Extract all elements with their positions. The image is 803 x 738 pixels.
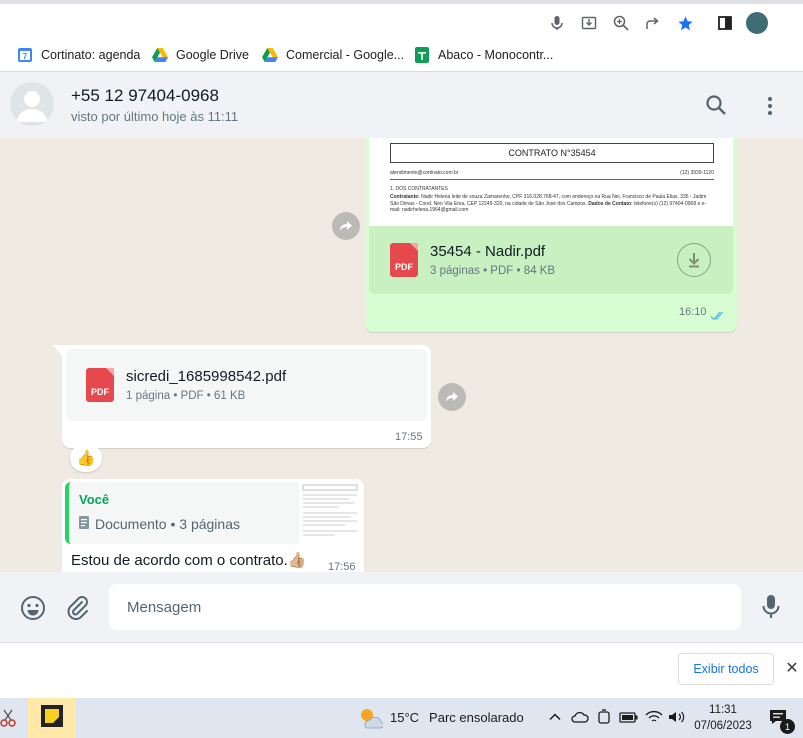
- bookmark-label: Comercial - Google...: [286, 48, 405, 62]
- outgoing-document-message[interactable]: CONTRATO N°35454 atendimento@cortinato.c…: [365, 138, 737, 332]
- clock-time: 11:31: [709, 704, 737, 716]
- document-meta: 1 página • PDF • 61 KB: [126, 390, 246, 402]
- document-preview[interactable]: CONTRATO N°35454 atendimento@cortinato.c…: [369, 138, 733, 226]
- contract-body: Contratante: Nadir Helena leite de souza…: [390, 194, 714, 214]
- google-drive-icon: [152, 47, 168, 63]
- chat-area[interactable]: CONTRATO N°35454 atendimento@cortinato.c…: [0, 138, 803, 572]
- document-name: sicredi_1685998542.pdf: [126, 368, 287, 385]
- message-time: 16:10: [679, 306, 707, 318]
- quoted-message[interactable]: Você Documento • 3 páginas: [65, 482, 361, 544]
- quote-text-row: Documento • 3 páginas: [79, 516, 240, 532]
- contract-title: CONTRATO N°35454: [390, 143, 714, 163]
- contact-status: visto por último hoje às 11:11: [71, 109, 239, 124]
- close-icon[interactable]: ✕: [784, 661, 800, 677]
- google-sheets-icon: [414, 47, 430, 63]
- onedrive-cloud-icon[interactable]: [571, 710, 589, 729]
- contact-avatar[interactable]: [10, 82, 54, 126]
- notification-count-badge: 1: [780, 719, 795, 734]
- pdf-file-icon: PDF: [390, 243, 418, 277]
- bookmark-label: Abaco - Monocontr...: [438, 48, 554, 62]
- attach-icon[interactable]: [66, 595, 90, 626]
- reply-message[interactable]: Você Documento • 3 páginas Estou de acor…: [62, 479, 364, 572]
- contract-data-label: Dados de Contato:: [588, 200, 633, 207]
- download-icon[interactable]: [677, 243, 711, 277]
- bookmark-abaco[interactable]: Abaco - Monocontr...: [414, 46, 553, 64]
- incoming-document-message[interactable]: PDF sicredi_1685998542.pdf 1 página • PD…: [62, 345, 431, 448]
- search-icon[interactable]: [705, 94, 727, 121]
- profile-avatar[interactable]: [746, 12, 768, 34]
- contact-name[interactable]: +55 12 97404-0968: [71, 86, 219, 106]
- clock-date: 07/06/2023: [694, 720, 752, 732]
- taskbar-clock[interactable]: 11:31 07/06/2023: [693, 702, 753, 734]
- message-input[interactable]: [109, 584, 741, 630]
- share-icon[interactable]: [642, 12, 664, 34]
- microphone-icon[interactable]: [546, 12, 568, 34]
- sticky-notes-icon: [41, 704, 63, 732]
- google-drive-icon: [262, 47, 278, 63]
- bookmark-label: Cortinato: agenda: [41, 48, 141, 62]
- contract-email: atendimento@cortinato.com.br: [390, 170, 459, 176]
- chat-header[interactable]: +55 12 97404-0968 visto por último hoje …: [0, 72, 803, 138]
- reaction-badge[interactable]: 👍: [70, 444, 102, 472]
- snipping-tool-icon[interactable]: [0, 708, 16, 733]
- device-icon[interactable]: [597, 709, 611, 730]
- contract-phone: (12) 3939-1120: [680, 170, 714, 176]
- message-composer: [0, 572, 803, 642]
- zoom-icon[interactable]: [610, 12, 632, 34]
- forward-icon[interactable]: [438, 383, 466, 411]
- document-card[interactable]: PDF sicredi_1685998542.pdf 1 página • PD…: [66, 349, 427, 421]
- bookmarks-bar: 7 Cortinato: agenda Google Drive Comerci…: [0, 38, 803, 72]
- pdf-file-icon: PDF: [86, 368, 114, 402]
- weather-icon[interactable]: [357, 705, 384, 736]
- windows-taskbar: 15°C Parc ensolarado 11:31 07/06/2023 1: [0, 698, 803, 738]
- weather-temperature: 15°C: [390, 710, 420, 725]
- volume-icon[interactable]: [668, 710, 686, 729]
- document-meta: 3 páginas • PDF • 84 KB: [430, 265, 556, 277]
- svg-text:7: 7: [23, 52, 28, 61]
- browser-toolbar: [0, 0, 803, 38]
- reply-text: Estou de acordo com o contrato.👍🏼: [71, 552, 307, 569]
- menu-dots-icon[interactable]: [767, 96, 773, 121]
- weather-widget[interactable]: 15°C Parc ensolarado: [390, 710, 524, 725]
- bubble-tail: [53, 345, 63, 357]
- bookmark-label: Google Drive: [176, 48, 249, 62]
- side-panel-icon[interactable]: [714, 12, 736, 34]
- message-time: 17:56: [328, 561, 356, 572]
- message-time: 17:55: [395, 431, 423, 443]
- wifi-icon[interactable]: [645, 710, 663, 729]
- battery-icon[interactable]: [619, 710, 639, 729]
- document-icon: [79, 516, 89, 532]
- bookmark-star-icon[interactable]: [674, 12, 696, 34]
- bookmark-google-drive[interactable]: Google Drive: [152, 46, 249, 64]
- download-bar: Exibir todos ✕: [0, 642, 803, 698]
- taskbar-app-sticky-notes[interactable]: [28, 698, 76, 738]
- emoji-icon[interactable]: [20, 595, 46, 626]
- bookmark-cortinato-agenda[interactable]: 7 Cortinato: agenda: [17, 46, 140, 64]
- document-card[interactable]: PDF 35454 - Nadir.pdf 3 páginas • PDF • …: [369, 226, 733, 294]
- contract-section: 1. DOS CONTRATANTES: [390, 186, 448, 192]
- quote-thumbnail: [299, 482, 361, 544]
- calendar-icon: 7: [17, 47, 33, 63]
- read-ticks-icon: [710, 308, 726, 326]
- bookmark-comercial[interactable]: Comercial - Google...: [262, 46, 404, 64]
- show-all-downloads-button[interactable]: Exibir todos: [678, 653, 774, 685]
- contract-contact-row: atendimento@cortinato.com.br (12) 3939-1…: [390, 170, 714, 180]
- weather-description: Parc ensolarado: [429, 710, 524, 725]
- chevron-up-icon[interactable]: [548, 710, 562, 729]
- contract-party-label: Contratante:: [390, 194, 420, 200]
- document-name: 35454 - Nadir.pdf: [430, 243, 546, 260]
- quote-text: Documento • 3 páginas: [95, 516, 240, 532]
- quote-author: Você: [79, 492, 110, 507]
- forward-icon[interactable]: [332, 212, 360, 240]
- install-app-icon[interactable]: [578, 12, 600, 34]
- microphone-icon[interactable]: [762, 594, 780, 625]
